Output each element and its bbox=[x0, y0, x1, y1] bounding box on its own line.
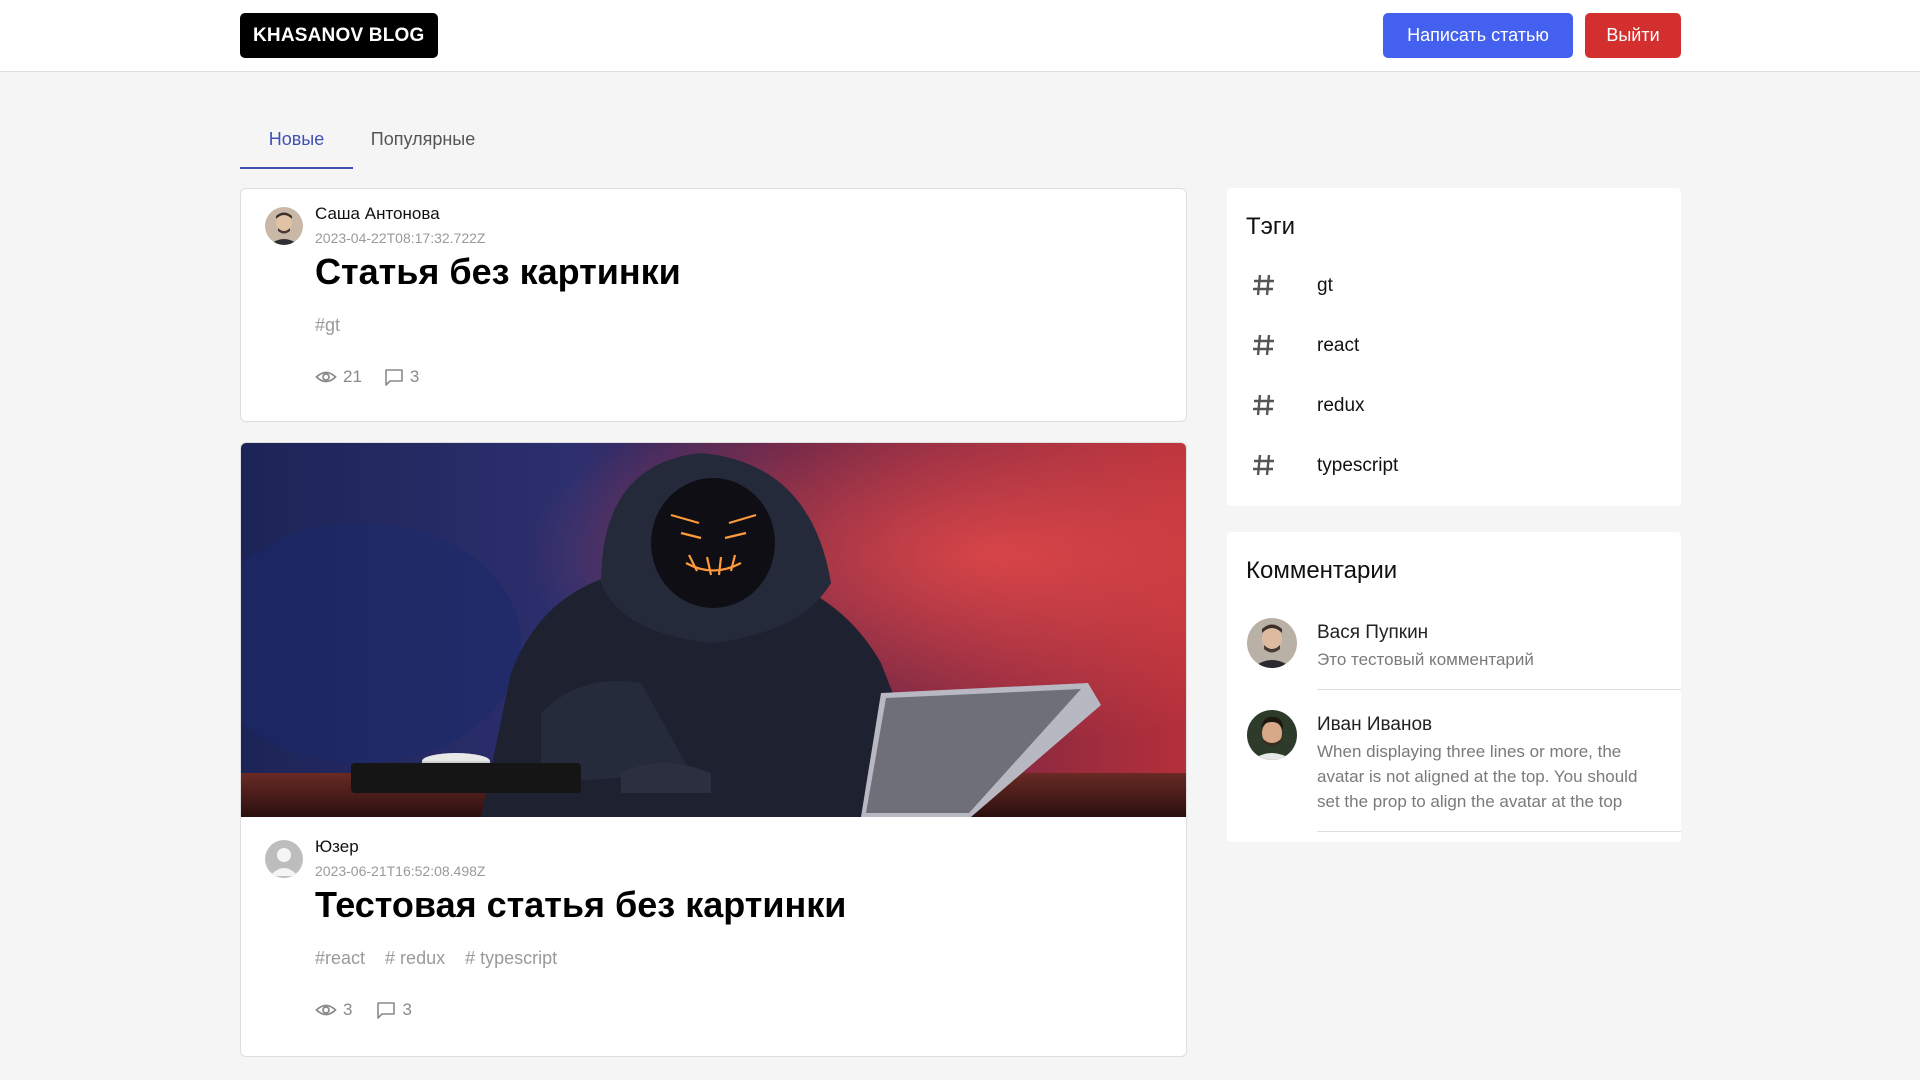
tag-item[interactable]: typescript bbox=[1227, 437, 1681, 497]
comment-divider bbox=[1317, 689, 1681, 690]
post-date: 2023-04-22T08:17:32.722Z bbox=[315, 230, 486, 246]
tab-new[interactable]: Новые bbox=[240, 110, 353, 169]
comment-text: When displaying three lines or more, the… bbox=[1317, 742, 1638, 811]
commenter-avatar bbox=[1247, 618, 1297, 668]
comments-value: 3 bbox=[409, 367, 420, 386]
comments-count: 3 bbox=[376, 1000, 412, 1020]
hash-icon bbox=[1253, 454, 1274, 476]
post-tag[interactable]: # typescript bbox=[465, 948, 557, 968]
author-name[interactable]: Саша Антонова bbox=[315, 204, 440, 224]
comments-title: Комментарии bbox=[1246, 557, 1398, 584]
tab-popular[interactable]: Популярные bbox=[353, 110, 493, 169]
commenter-name: Иван Иванов bbox=[1317, 714, 1433, 735]
post-card: Саша Антонова 2023-04-22T08:17:32.722Z С… bbox=[240, 188, 1187, 422]
blog-logo[interactable]: KHASANOV BLOG bbox=[240, 13, 438, 58]
tag-name: react bbox=[1317, 335, 1360, 356]
tag-item[interactable]: react bbox=[1227, 317, 1681, 377]
views-value: 3 bbox=[343, 1000, 353, 1019]
eye-icon bbox=[315, 371, 337, 383]
views-value: 21 bbox=[343, 367, 362, 386]
tag-name: redux bbox=[1317, 395, 1365, 416]
commenter-name: Вася Пупкин bbox=[1317, 622, 1429, 643]
comments-panel: Комментарии Вася Пупкин Это тестовый ком… bbox=[1227, 532, 1681, 842]
post-tag[interactable]: #gt bbox=[315, 315, 340, 335]
comment-text: Это тестовый комментарий bbox=[1317, 650, 1534, 669]
tag-item[interactable]: gt bbox=[1227, 257, 1681, 317]
logout-button[interactable]: Выйти bbox=[1585, 13, 1681, 58]
post-stats: 3 3 bbox=[315, 1000, 434, 1020]
comments-count: 3 bbox=[384, 367, 419, 387]
tags-panel: Тэги gt react redux typescript bbox=[1227, 188, 1681, 506]
author-name[interactable]: Юзер bbox=[315, 837, 359, 857]
comment-icon bbox=[377, 1001, 396, 1019]
comment-icon bbox=[385, 368, 403, 386]
hash-icon bbox=[1253, 334, 1274, 356]
post-date: 2023-06-21T16:52:08.498Z bbox=[315, 863, 486, 879]
post-title[interactable]: Тестовая статья без картинки bbox=[315, 884, 846, 926]
views-count: 3 bbox=[315, 1000, 352, 1020]
post-stats: 21 3 bbox=[315, 367, 441, 387]
comment-divider bbox=[1317, 831, 1681, 832]
tags-title: Тэги bbox=[1246, 213, 1296, 240]
author-avatar bbox=[265, 840, 303, 878]
hash-icon bbox=[1253, 394, 1274, 416]
tag-name: typescript bbox=[1317, 455, 1399, 476]
tag-item[interactable]: redux bbox=[1227, 377, 1681, 437]
post-title[interactable]: Статья без картинки bbox=[315, 251, 681, 293]
author-avatar bbox=[265, 207, 303, 245]
top-header: KHASANOV BLOG Написать статью Выйти bbox=[0, 0, 1920, 72]
views-count: 21 bbox=[315, 367, 362, 387]
post-tag[interactable]: #react bbox=[315, 948, 365, 968]
post-tags: #gt bbox=[315, 315, 355, 336]
post-tags: #react # redux # typescript bbox=[315, 948, 572, 969]
post-card: Юзер 2023-06-21T16:52:08.498Z Тестовая с… bbox=[240, 442, 1187, 1057]
post-tag[interactable]: # redux bbox=[385, 948, 445, 968]
hash-icon bbox=[1253, 274, 1274, 296]
comments-value: 3 bbox=[402, 1000, 412, 1019]
tag-name: gt bbox=[1317, 275, 1333, 296]
post-cover-image[interactable] bbox=[241, 443, 1186, 817]
commenter-avatar bbox=[1247, 710, 1297, 760]
write-article-button[interactable]: Написать статью bbox=[1383, 13, 1573, 58]
eye-icon bbox=[315, 1004, 337, 1016]
